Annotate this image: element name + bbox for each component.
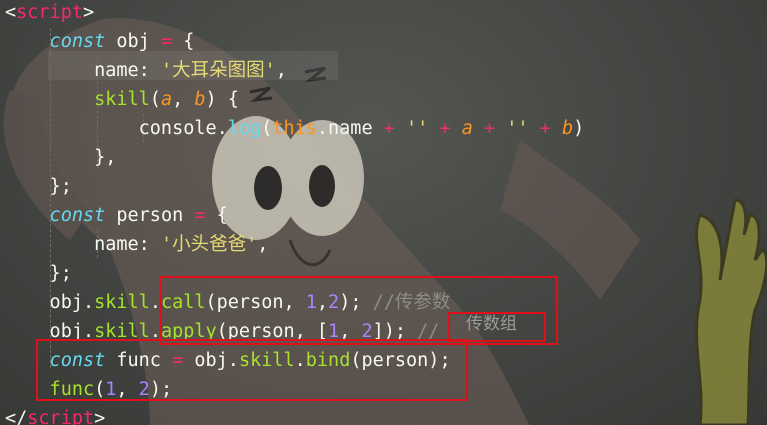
code-token: a bbox=[160, 89, 173, 110]
code-token: person bbox=[116, 205, 195, 226]
code-line[interactable]: console.log(this.name + '' + a + '' + b) bbox=[5, 114, 585, 143]
code-token: ) { bbox=[205, 89, 239, 110]
code-line[interactable]: }; bbox=[5, 172, 72, 201]
code-token: log bbox=[227, 118, 262, 139]
code-line[interactable]: </script> bbox=[5, 404, 105, 425]
code-token: = bbox=[194, 205, 206, 226]
code-token: { bbox=[205, 205, 228, 226]
code-token: b bbox=[194, 89, 206, 110]
code-token: skill bbox=[94, 292, 150, 313]
code-line[interactable]: name: '小头爸爸', bbox=[5, 230, 268, 259]
code-token: + bbox=[439, 118, 451, 139]
code-token: : bbox=[138, 234, 161, 255]
code-token: , bbox=[257, 234, 269, 255]
code-token: > bbox=[82, 2, 95, 23]
code-editor[interactable]: <script> const obj = { name: '大耳朵图图', sk… bbox=[0, 0, 767, 425]
code-line[interactable]: }, bbox=[5, 143, 116, 172]
code-token: '小头爸爸' bbox=[160, 234, 258, 255]
code-line[interactable]: const obj = { bbox=[5, 27, 195, 56]
code-token: name bbox=[5, 60, 139, 81]
code-token: b bbox=[561, 118, 574, 139]
code-token: ( bbox=[149, 89, 161, 110]
annotation-note: 传数组 bbox=[466, 314, 517, 334]
code-token: ( bbox=[261, 118, 273, 139]
code-token: + bbox=[483, 118, 496, 139]
code-token: '' bbox=[506, 118, 529, 139]
code-line[interactable]: <script> bbox=[5, 0, 94, 27]
code-token: + bbox=[539, 118, 551, 139]
code-token: }, bbox=[5, 147, 117, 168]
code-token: : bbox=[138, 60, 161, 81]
code-token: const bbox=[5, 31, 117, 52]
code-token: '大耳朵图图' bbox=[160, 60, 276, 81]
code-token: this bbox=[272, 118, 317, 139]
code-token: > bbox=[94, 408, 106, 425]
code-token: const bbox=[5, 205, 117, 226]
code-token: }; bbox=[5, 176, 72, 197]
code-line[interactable]: name: '大耳朵图图', bbox=[5, 56, 287, 85]
code-token: a bbox=[461, 118, 473, 139]
code-token: . bbox=[216, 118, 228, 139]
code-token: { bbox=[172, 31, 195, 52]
code-token: script bbox=[16, 2, 83, 23]
code-token: , bbox=[275, 60, 287, 81]
code-token: .name bbox=[316, 118, 384, 139]
code-token: . bbox=[82, 292, 95, 313]
code-token: + bbox=[383, 118, 395, 139]
code-token: name bbox=[5, 234, 139, 255]
code-token: </ bbox=[5, 408, 28, 425]
code-token: script bbox=[27, 408, 95, 425]
code-token: skill bbox=[5, 89, 150, 110]
code-token: obj bbox=[5, 292, 83, 313]
code-token: , bbox=[172, 89, 195, 110]
code-token: obj bbox=[116, 31, 161, 52]
code-token: '' bbox=[406, 118, 429, 139]
code-token: ) bbox=[573, 118, 585, 139]
code-token: = bbox=[160, 31, 173, 52]
highlight-box-bind bbox=[36, 339, 468, 401]
code-line[interactable]: }; bbox=[5, 259, 72, 288]
code-token: console bbox=[5, 118, 217, 139]
code-line[interactable]: skill(a, b) { bbox=[5, 85, 239, 114]
code-token: < bbox=[5, 2, 17, 23]
code-token: }; bbox=[5, 263, 72, 284]
code-line[interactable]: const person = { bbox=[5, 201, 228, 230]
